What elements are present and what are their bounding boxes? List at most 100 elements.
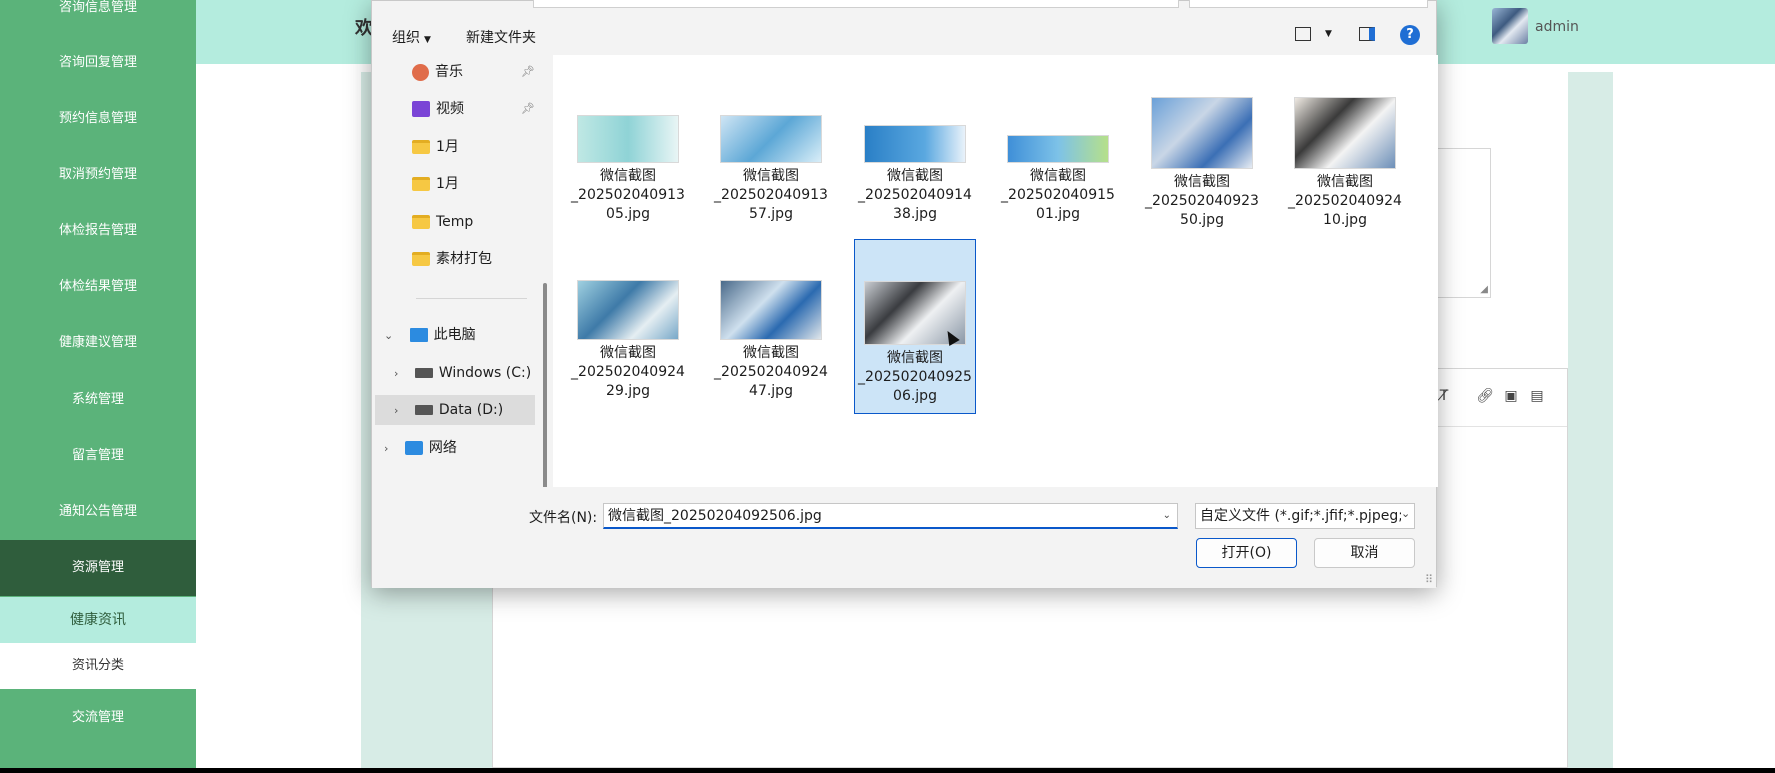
nav-item-network[interactable]: › 网络 [384, 433, 457, 463]
music-icon [412, 63, 429, 81]
chevron-down-icon[interactable]: ⌄ [1401, 507, 1411, 520]
nav-label: Data (D:) [438, 402, 504, 418]
computer-icon [409, 328, 428, 342]
nav-label: 1月 [436, 176, 459, 192]
resize-grip-icon[interactable]: ◢ [1480, 284, 1488, 295]
open-button[interactable]: 打开(O) [1196, 538, 1297, 568]
nav-item-folder-jan-2[interactable]: 1月 [412, 169, 459, 199]
file-open-dialog: 组织 ▼ 新建文件夹 ▼ ? 音乐 📌︎ 视频 📌︎ 1月 1月 Temp 素材… [371, 0, 1438, 588]
image-thumbnail [720, 280, 822, 340]
nav-item-folder-jan-1[interactable]: 1月 [412, 132, 459, 162]
chevron-down-icon[interactable]: ⌄ [384, 329, 393, 342]
file-item[interactable]: 微信截图 _202502040924 10.jpg [1284, 91, 1406, 264]
avatar[interactable] [1492, 8, 1528, 44]
file-item[interactable]: 微信截图 _202502040924 47.jpg [710, 268, 832, 441]
nav-label: Temp [436, 214, 474, 230]
filetype-value: 自定义文件 (*.gif;*.jfif;*.pjpeg; [1200, 508, 1403, 524]
file-name: 微信截图 _202502040925 06.jpg [858, 350, 972, 404]
nav-label: 1月 [436, 139, 459, 155]
link-icon[interactable]: 🔗︎ [1476, 387, 1494, 405]
file-name: 微信截图 _202502040924 10.jpg [1288, 174, 1402, 228]
address-row [372, 0, 1436, 15]
filename-label: 文件名(N): [529, 510, 598, 526]
file-item[interactable]: 微信截图 _202502040923 50.jpg [1141, 91, 1263, 264]
file-name: 微信截图 _202502040913 57.jpg [714, 168, 828, 222]
username-label[interactable]: admin [1535, 19, 1579, 35]
video-folder-icon [412, 101, 430, 117]
pin-icon: 📌︎ [521, 65, 535, 78]
network-icon [404, 441, 423, 455]
sidebar-item-resources[interactable]: 资源管理 [0, 540, 196, 596]
sidebar-item-notices[interactable]: 通知公告管理 [0, 484, 196, 540]
file-item-selected[interactable]: 微信截图 _202502040925 06.jpg [854, 239, 976, 414]
sidebar-item-exam-report[interactable]: 体检报告管理 [0, 203, 196, 259]
chevron-right-icon[interactable]: › [384, 442, 388, 455]
nav-label: 网络 [428, 440, 457, 456]
image-thumbnail [577, 115, 679, 163]
file-item[interactable]: 微信截图 _202502040913 57.jpg [710, 91, 832, 264]
nav-item-this-pc[interactable]: ⌄ 此电脑 [384, 320, 476, 350]
sidebar-submenu-health-news[interactable]: 健康资讯 [0, 597, 196, 643]
address-bar[interactable] [533, 0, 1179, 8]
sidebar-item-system[interactable]: 系统管理 [0, 372, 196, 428]
sidebar-item-consult-info[interactable]: 咨询信息管理 [0, 0, 196, 36]
nav-item-video[interactable]: 视频 📌︎ [412, 94, 535, 124]
nav-item-materials[interactable]: 素材打包 [412, 244, 492, 274]
nav-item-temp[interactable]: Temp [412, 207, 473, 237]
pin-icon: 📌︎ [521, 102, 535, 115]
cancel-button[interactable]: 取消 [1314, 538, 1415, 568]
chevron-right-icon[interactable]: › [394, 404, 398, 417]
search-box[interactable] [1189, 0, 1428, 8]
chevron-down-icon[interactable]: ⌄ [1163, 504, 1171, 528]
sidebar-item-consult-reply[interactable]: 咨询回复管理 [0, 35, 196, 91]
file-item[interactable]: 微信截图 _202502040913 05.jpg [567, 91, 689, 264]
help-icon[interactable]: ? [1400, 25, 1420, 45]
filename-input[interactable]: 微信截图_20250204092506.jpg ⌄ [603, 503, 1178, 529]
file-name: 微信截图 _202502040923 50.jpg [1145, 174, 1259, 228]
nav-separator [416, 298, 527, 299]
sidebar-item-appointment[interactable]: 预约信息管理 [0, 91, 196, 147]
sidebar-item-news-category[interactable]: 资讯分类 [0, 643, 196, 689]
drive-icon [414, 368, 433, 378]
folder-icon [412, 252, 430, 266]
nav-label: 素材打包 [436, 251, 492, 267]
dialog-footer: 文件名(N): 微信截图_20250204092506.jpg ⌄ 自定义文件 … [372, 487, 1436, 588]
file-item[interactable]: 微信截图 _202502040915 01.jpg [997, 91, 1119, 264]
chevron-right-icon[interactable]: › [394, 367, 398, 380]
folder-icon [412, 140, 430, 154]
nav-item-data-drive[interactable]: › Data (D:) [375, 395, 535, 425]
app-window: 咨询信息管理 咨询回复管理 预约信息管理 取消预约管理 体检报告管理 体检结果管… [0, 0, 1775, 768]
sidebar-item-cancel-appointment[interactable]: 取消预约管理 [0, 147, 196, 203]
sidebar-item-exchange[interactable]: 交流管理 [0, 690, 196, 746]
command-bar: 组织 ▼ 新建文件夹 ▼ ? [372, 15, 1436, 55]
file-name: 微信截图 _202502040915 01.jpg [1001, 168, 1115, 222]
organize-button[interactable]: 组织 ▼ [392, 27, 431, 47]
organize-label: 组织 [392, 30, 420, 46]
navigation-pane: 音乐 📌︎ 视频 📌︎ 1月 1月 Temp 素材打包 ⌄ 此电脑 › Wind… [372, 55, 553, 503]
resize-grip-icon[interactable]: ⠿ [1425, 573, 1433, 586]
nav-item-windows-drive[interactable]: › Windows (C:) [394, 358, 531, 388]
filetype-select[interactable]: 自定义文件 (*.gif;*.jfif;*.pjpeg; [1195, 503, 1415, 529]
image-thumbnail [1151, 97, 1253, 169]
sidebar-item-health-advice[interactable]: 健康建议管理 [0, 315, 196, 371]
file-name: 微信截图 _202502040924 47.jpg [714, 345, 828, 399]
image-thumbnail [1007, 135, 1109, 163]
image-thumbnail [1294, 97, 1396, 169]
image-thumbnail [720, 115, 822, 163]
view-dropdown-icon[interactable]: ▼ [1325, 29, 1332, 39]
chevron-down-icon: ▼ [424, 35, 431, 45]
file-item[interactable]: 微信截图 _202502040924 29.jpg [567, 268, 689, 441]
filename-value: 微信截图_20250204092506.jpg [608, 508, 822, 524]
image-icon[interactable]: ▣ [1502, 387, 1520, 405]
view-mode-icon[interactable] [1295, 27, 1311, 41]
sidebar-item-messages[interactable]: 留言管理 [0, 428, 196, 484]
drive-icon [414, 405, 433, 415]
nav-label: 音乐 [435, 64, 463, 80]
video-icon[interactable]: ▤ [1528, 387, 1546, 405]
nav-item-music[interactable]: 音乐 📌︎ [412, 57, 535, 87]
new-folder-button[interactable]: 新建文件夹 [466, 27, 536, 47]
preview-pane-icon[interactable] [1359, 27, 1375, 41]
nav-scrollbar[interactable] [543, 283, 547, 503]
image-thumbnail [864, 125, 966, 163]
sidebar-item-exam-result[interactable]: 体检结果管理 [0, 259, 196, 315]
